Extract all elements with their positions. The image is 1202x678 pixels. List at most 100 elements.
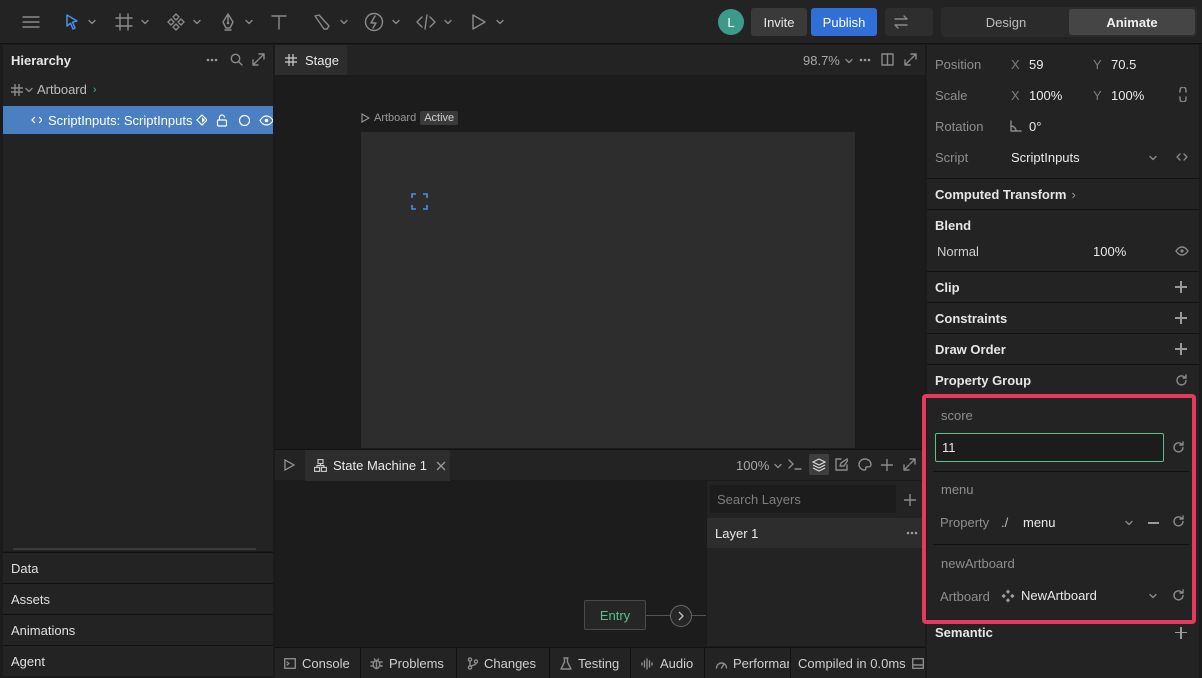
event-tool-icon[interactable] xyxy=(364,12,400,32)
computed-transform-header[interactable]: Computed Transform › xyxy=(927,178,1199,209)
stage-canvas[interactable]: Artboard Active xyxy=(275,76,925,448)
artboard-row[interactable]: Artboard › xyxy=(11,82,97,97)
tab-problems[interactable]: Problems xyxy=(370,656,444,671)
remove-icon[interactable] xyxy=(1148,522,1159,524)
circle-icon[interactable] xyxy=(238,114,251,127)
more-icon[interactable] xyxy=(906,531,918,535)
panel-animations[interactable]: Animations xyxy=(3,614,273,645)
draw-order-label: Draw Order xyxy=(935,341,1006,357)
position-x-input[interactable]: 59 xyxy=(1029,57,1043,72)
tab-stage[interactable]: Stage xyxy=(275,45,347,75)
property-group-header[interactable]: Property Group xyxy=(927,364,1199,395)
tab-console[interactable]: Console xyxy=(284,656,350,671)
edit-icon[interactable] xyxy=(835,458,848,471)
expand-icon[interactable] xyxy=(903,458,916,471)
score-input[interactable]: 11 xyxy=(935,433,1164,462)
lock-icon[interactable] xyxy=(216,113,228,127)
bottom-bar: Console Problems Changes Testing Audio P… xyxy=(275,647,925,678)
eye-icon[interactable] xyxy=(1175,246,1189,256)
blend-mode-select[interactable]: Normal xyxy=(937,244,979,259)
split-view-icon[interactable] xyxy=(881,53,894,66)
artboard-tool-icon[interactable] xyxy=(115,13,149,31)
more-icon[interactable] xyxy=(859,58,871,62)
stage-zoom[interactable]: 98.7% xyxy=(803,53,853,68)
layers-icon[interactable] xyxy=(809,454,829,475)
code-tool-icon[interactable] xyxy=(416,13,452,31)
draw-order-header[interactable]: Draw Order xyxy=(927,333,1199,364)
panel-toggle-icon[interactable] xyxy=(911,658,924,669)
search-icon[interactable] xyxy=(230,53,243,66)
code-icon[interactable] xyxy=(1176,152,1188,162)
add-draw-order-icon[interactable] xyxy=(1175,343,1187,355)
invite-button[interactable]: Invite xyxy=(751,8,807,36)
add-clip-icon[interactable] xyxy=(1175,281,1187,293)
property-select[interactable]: menu xyxy=(1023,515,1137,530)
tab-changes[interactable]: Changes xyxy=(467,656,536,671)
terminal-icon[interactable] xyxy=(788,458,802,471)
group-divider xyxy=(933,471,1189,472)
blend-opacity-input[interactable]: 100% xyxy=(1093,244,1126,259)
publish-button[interactable]: Publish xyxy=(811,8,877,36)
hierarchy-scrollbar[interactable] xyxy=(13,548,256,550)
semantic-header[interactable]: Semantic xyxy=(927,617,1199,648)
artboard-tag[interactable]: Artboard Active xyxy=(361,111,459,125)
solo-icon[interactable] xyxy=(196,114,208,126)
panel-agent[interactable]: Agent xyxy=(3,645,273,676)
layer-row[interactable]: Layer 1 xyxy=(707,518,925,548)
refresh-icon[interactable] xyxy=(1175,374,1188,387)
panel-assets-label: Assets xyxy=(11,591,51,607)
transition-arrow-icon[interactable] xyxy=(670,605,692,627)
tab-state-machine[interactable]: State Machine 1 xyxy=(305,450,450,481)
scale-x-input[interactable]: 100% xyxy=(1029,88,1062,103)
select-tool-icon[interactable] xyxy=(64,13,96,31)
reset-artboard-icon[interactable] xyxy=(1172,589,1185,602)
panel-data[interactable]: Data xyxy=(3,552,273,583)
console-icon xyxy=(284,658,296,669)
scale-y-input[interactable]: 100% xyxy=(1111,88,1144,103)
tab-animate[interactable]: Animate xyxy=(1069,9,1195,35)
hierarchy-item-scriptinputs[interactable]: ScriptInputs: ScriptInputs xyxy=(3,106,273,134)
add-icon[interactable] xyxy=(881,459,893,471)
expand-icon[interactable] xyxy=(252,53,265,66)
rotation-input[interactable]: 0° xyxy=(1029,119,1041,134)
text-tool-icon[interactable] xyxy=(270,13,288,31)
bone-tool-icon[interactable] xyxy=(312,13,348,31)
artboard[interactable] xyxy=(361,132,855,448)
eye-icon[interactable] xyxy=(259,114,273,126)
add-semantic-icon[interactable] xyxy=(1175,626,1187,639)
panel-assets[interactable]: Assets xyxy=(3,583,273,614)
tab-divider xyxy=(456,648,457,678)
component-tool-icon[interactable] xyxy=(167,13,201,31)
play-icon[interactable] xyxy=(284,459,295,471)
artboard-select[interactable]: NewArtboard xyxy=(1001,588,1161,603)
close-icon[interactable] xyxy=(436,461,446,471)
palette-icon[interactable] xyxy=(858,458,872,471)
swap-button[interactable] xyxy=(885,8,933,36)
more-icon[interactable] xyxy=(206,58,218,62)
state-machine-graph[interactable]: Entry xyxy=(275,481,706,646)
expand-icon[interactable] xyxy=(904,53,917,66)
tab-testing[interactable]: Testing xyxy=(560,656,619,671)
search-layers-input[interactable]: Search Layers xyxy=(710,485,896,513)
state-machine-zoom[interactable]: 100% xyxy=(736,458,782,473)
constraints-header[interactable]: Constraints xyxy=(927,302,1199,333)
scale-label: Scale xyxy=(935,88,968,103)
tab-performance[interactable]: Performan xyxy=(715,656,789,671)
pen-tool-icon[interactable] xyxy=(219,13,253,31)
clip-header[interactable]: Clip xyxy=(927,271,1199,302)
script-select[interactable]: ScriptInputs xyxy=(1011,150,1161,165)
reset-menu-icon[interactable] xyxy=(1172,515,1185,528)
selection-marker-icon[interactable] xyxy=(411,193,428,210)
play-tool-icon[interactable] xyxy=(470,13,504,31)
tab-design[interactable]: Design xyxy=(943,9,1069,35)
position-y-input[interactable]: 70.5 xyxy=(1111,57,1136,72)
tab-audio[interactable]: Audio xyxy=(641,656,693,671)
add-layer-icon[interactable] xyxy=(904,494,916,506)
avatar[interactable]: L xyxy=(718,9,744,35)
entry-node[interactable]: Entry xyxy=(584,600,646,630)
add-constraint-icon[interactable] xyxy=(1175,312,1187,324)
reset-score-icon[interactable] xyxy=(1172,441,1185,454)
tab-changes-label: Changes xyxy=(484,656,537,671)
menu-icon[interactable] xyxy=(22,15,40,29)
link-icon[interactable] xyxy=(1179,87,1187,102)
